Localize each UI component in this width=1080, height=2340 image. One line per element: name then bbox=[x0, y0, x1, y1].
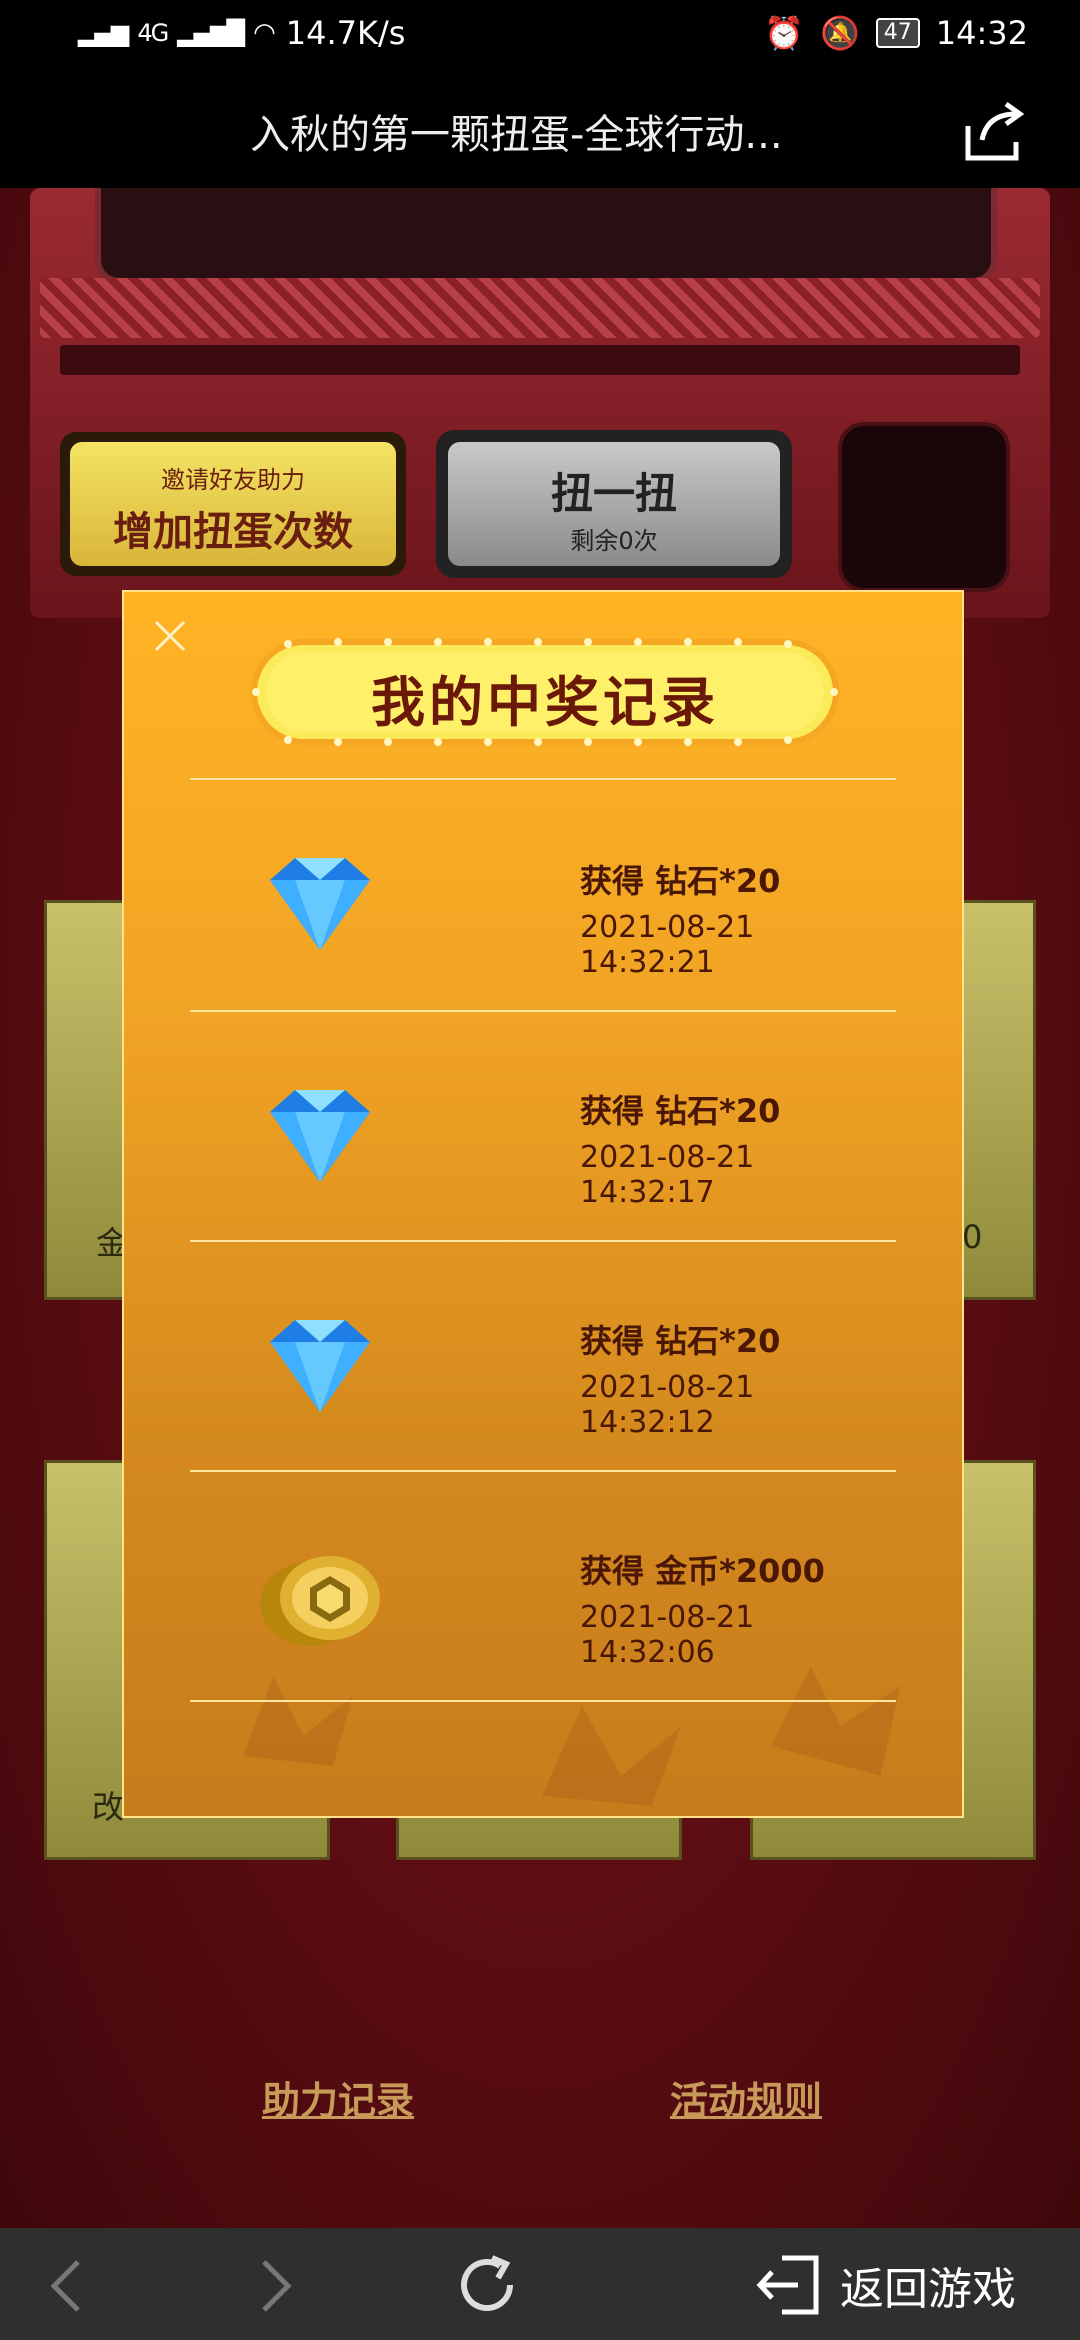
prize-record: 获得 钻石*20 2021-08-21 14:32:17 bbox=[190, 1012, 896, 1242]
close-icon[interactable] bbox=[150, 616, 190, 656]
diamond-icon bbox=[270, 1090, 370, 1182]
prize-records-modal: 我的中奖记录 获得 钻石*20 2021-08-21 14:32:21 获得 钻… bbox=[122, 590, 964, 1818]
spin-button[interactable]: 扭一扭 剩余0次 bbox=[436, 430, 792, 578]
forward-arrow-icon[interactable] bbox=[256, 2258, 296, 2314]
diamond-icon bbox=[270, 858, 370, 950]
return-to-game-label: 返回游戏 bbox=[840, 2264, 1016, 2315]
prize-time: 2021-08-21 14:32:21 bbox=[580, 910, 755, 980]
machine-grate bbox=[40, 278, 1040, 338]
prize-name: 获得 钻石*20 bbox=[580, 1322, 781, 1360]
modal-title: 我的中奖记录 bbox=[371, 670, 719, 734]
prize-record: 获得 金币*2000 2021-08-21 14:32:06 bbox=[190, 1472, 896, 1702]
wifi-icon: ◠ bbox=[253, 18, 276, 48]
modal-title-banner: 我的中奖记录 bbox=[248, 636, 842, 748]
signal-icon: ▂▄▆ bbox=[78, 19, 129, 47]
page-title: 入秋的第一颗扭蛋-全球行动... bbox=[250, 112, 783, 158]
share-icon[interactable] bbox=[960, 96, 1030, 166]
prize-time: 2021-08-21 14:32:17 bbox=[580, 1140, 755, 1210]
clock: 14:32 bbox=[935, 14, 1028, 52]
invite-friends-button[interactable]: 邀请好友助力 增加扭蛋次数 bbox=[60, 432, 406, 576]
network-type: 4G bbox=[137, 19, 169, 47]
prize-name: 获得 钻石*20 bbox=[580, 862, 781, 900]
exit-icon bbox=[756, 2255, 819, 2315]
signal-icon-2: ▂▄▆█ bbox=[177, 19, 245, 47]
title-bar: 入秋的第一颗扭蛋-全球行动... bbox=[0, 72, 1080, 188]
divider bbox=[190, 1700, 896, 1702]
alarm-icon: ⏰ bbox=[764, 14, 804, 52]
bottom-nav: 返回游戏 bbox=[0, 2228, 1080, 2340]
battery-icon: 47 bbox=[875, 18, 920, 48]
status-left: ▂▄▆ 4G ▂▄▆█ ◠ 14.7K/s bbox=[78, 14, 405, 52]
network-speed: 14.7K/s bbox=[285, 14, 406, 52]
mute-icon: 🔕 bbox=[819, 14, 860, 52]
machine-slot bbox=[60, 345, 1020, 375]
refresh-icon[interactable] bbox=[452, 2250, 522, 2320]
remaining-spins: 剩余0次 bbox=[570, 527, 658, 555]
activity-rules-link[interactable]: 活动规则 bbox=[670, 2070, 822, 2125]
prize-time: 2021-08-21 14:32:12 bbox=[580, 1370, 755, 1440]
back-arrow-icon[interactable] bbox=[46, 2258, 86, 2314]
invite-button-label: 增加扭蛋次数 bbox=[113, 509, 353, 555]
prize-card-label: 改 bbox=[92, 1788, 125, 1826]
prize-card-label: 0 bbox=[962, 1218, 983, 1256]
prize-record: 获得 钻石*20 2021-08-21 14:32:12 bbox=[190, 1242, 896, 1472]
spin-button-label: 扭一扭 bbox=[550, 469, 677, 518]
diamond-icon bbox=[270, 1320, 370, 1412]
prize-record: 获得 钻石*20 2021-08-21 14:32:21 bbox=[190, 780, 896, 1010]
machine-screen bbox=[95, 188, 997, 284]
invite-button-caption: 邀请好友助力 bbox=[161, 466, 305, 494]
return-to-game-button[interactable]: 返回游戏 bbox=[754, 2250, 1016, 2320]
status-right: ⏰ 🔕 47 14:32 bbox=[764, 14, 1028, 52]
prize-name: 获得 钻石*20 bbox=[580, 1092, 781, 1130]
status-bar: ▂▄▆ 4G ▂▄▆█ ◠ 14.7K/s ⏰ 🔕 47 14:32 bbox=[0, 0, 1080, 72]
gold-coin-icon bbox=[260, 1556, 380, 1646]
assist-records-link[interactable]: 助力记录 bbox=[262, 2070, 414, 2125]
capsule-exit bbox=[838, 422, 1010, 592]
prize-time: 2021-08-21 14:32:06 bbox=[580, 1600, 755, 1670]
prize-name: 获得 金币*2000 bbox=[580, 1552, 825, 1590]
